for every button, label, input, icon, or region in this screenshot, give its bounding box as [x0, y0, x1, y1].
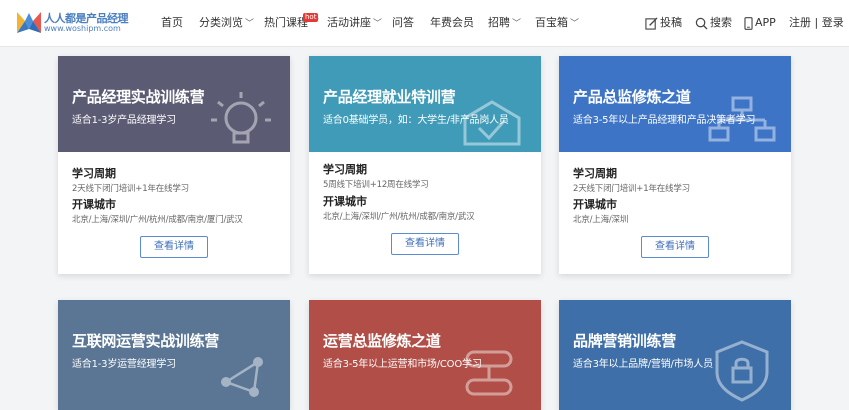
search-link[interactable]: 搜索 — [695, 0, 732, 46]
card-subtitle: 适合1-3岁运营经理学习 — [72, 359, 176, 370]
login-link[interactable]: 登录 — [822, 16, 844, 29]
top-header: 人人都是产品经理 www.woshipm.com 首页 分类浏览 ﹀ 热门课程 ﹀ … — [0, 0, 849, 47]
course-card[interactable]: 运营总监修炼之道 适合3-5年以上运营和市场/COO学习 — [309, 300, 541, 410]
card-banner: 产品经理就业特训营 适合0基础学员，如：大学生/非产品岗人员 — [309, 56, 541, 152]
period-value: 2天线下闭门培训+1年在线学习 — [573, 184, 690, 194]
lightbulb-icon — [211, 92, 271, 144]
app-link[interactable]: APP — [744, 0, 776, 46]
nav-home[interactable]: 首页 — [161, 0, 183, 46]
period-label: 学习周期 — [72, 167, 116, 180]
network-icon — [221, 357, 263, 397]
nav-toolbox-label: 百宝箱 — [535, 16, 568, 29]
course-card[interactable]: 产品经理实战训练营 适合1-3岁产品经理学习 学习周期 2天线下闭门培训+1年在… — [58, 56, 290, 274]
auth-separator: | — [814, 16, 819, 29]
shield-check-icon — [463, 100, 521, 146]
city-label: 开课城市 — [573, 198, 617, 211]
org-chart-icon — [708, 96, 776, 142]
city-value: 北京/上海/深圳/广州/杭州/成都/南京/厦门/武汉 — [72, 215, 243, 225]
card-banner: 产品总监修炼之道 适合3-5年以上产品经理和产品决策者学习 — [559, 56, 791, 152]
nav-events[interactable]: 活动讲座 ﹀ — [327, 0, 382, 46]
chevron-down-icon: ﹀ — [512, 19, 522, 29]
contribute-link[interactable]: 投稿 — [645, 0, 682, 46]
logo-mark-icon — [17, 12, 41, 33]
flow-icon — [465, 350, 513, 396]
nav-membership[interactable]: 年费会员 — [430, 0, 474, 46]
site-logo[interactable]: 人人都是产品经理 www.woshipm.com — [16, 9, 129, 37]
card-title: 产品经理就业特训营 — [323, 88, 456, 106]
city-value: 北京/上海/深圳/广州/杭州/成都/南京/武汉 — [323, 212, 475, 222]
nav-membership-label: 年费会员 — [430, 16, 474, 29]
chevron-down-icon: ﹀ — [245, 19, 255, 29]
card-title: 产品经理实战训练营 — [72, 88, 205, 106]
view-details-button[interactable]: 查看详情 — [140, 236, 208, 258]
card-title: 互联网运营实战训练营 — [72, 332, 220, 350]
card-title: 产品总监修炼之道 — [573, 88, 691, 106]
card-banner: 运营总监修炼之道 适合3-5年以上运营和市场/COO学习 — [309, 300, 541, 410]
card-banner: 品牌营销训练营 适合3年以上品牌/营销/市场人员 — [559, 300, 791, 410]
period-label: 学习周期 — [323, 163, 367, 176]
chevron-down-icon: ﹀ — [570, 19, 580, 29]
view-details-button[interactable]: 查看详情 — [641, 236, 709, 258]
card-title: 运营总监修炼之道 — [323, 332, 441, 350]
nav-jobs-label: 招聘 — [488, 16, 510, 29]
nav-hot-courses-label: 热门课程 — [264, 16, 308, 29]
card-subtitle: 适合1-3岁产品经理学习 — [72, 115, 176, 126]
search-icon — [695, 17, 708, 30]
period-value: 5周线下培训+12周在线学习 — [323, 180, 429, 190]
course-card[interactable]: 产品经理就业特训营 适合0基础学员，如：大学生/非产品岗人员 学习周期 5周线下… — [309, 56, 541, 274]
nav-hot-courses[interactable]: 热门课程 ﹀ — [264, 0, 319, 46]
app-label: APP — [755, 16, 776, 29]
contribute-label: 投稿 — [660, 16, 682, 29]
view-details-button[interactable]: 查看详情 — [391, 233, 459, 255]
nav-categories[interactable]: 分类浏览 ﹀ — [199, 0, 254, 46]
shield-icon — [715, 340, 769, 402]
city-label: 开课城市 — [72, 198, 116, 211]
phone-icon — [744, 16, 753, 30]
course-card[interactable]: 互联网运营实战训练营 适合1-3岁运营经理学习 — [58, 300, 290, 410]
nav-qa[interactable]: 问答 — [392, 0, 414, 46]
auth-links: 注册 | 登录 — [789, 0, 844, 46]
logo-url: www.woshipm.com — [44, 24, 121, 33]
period-label: 学习周期 — [573, 167, 617, 180]
card-subtitle: 适合3年以上品牌/营销/市场人员 — [573, 359, 713, 370]
card-title: 品牌营销训练营 — [573, 332, 676, 350]
nav-toolbox[interactable]: 百宝箱 ﹀ — [535, 0, 579, 46]
nav-qa-label: 问答 — [392, 16, 414, 29]
card-banner: 产品经理实战训练营 适合1-3岁产品经理学习 — [58, 56, 290, 152]
period-value: 2天线下闭门培训+1年在线学习 — [72, 184, 189, 194]
city-value: 北京/上海/深圳 — [573, 215, 629, 225]
chevron-down-icon: ﹀ — [373, 19, 383, 29]
city-label: 开课城市 — [323, 195, 367, 208]
card-banner: 互联网运营实战训练营 适合1-3岁运营经理学习 — [58, 300, 290, 410]
search-label: 搜索 — [710, 16, 732, 29]
nav-categories-label: 分类浏览 — [199, 16, 243, 29]
nav-events-label: 活动讲座 — [327, 16, 371, 29]
course-card[interactable]: 品牌营销训练营 适合3年以上品牌/营销/市场人员 — [559, 300, 791, 410]
hot-badge: hot — [303, 13, 319, 22]
nav-home-label: 首页 — [161, 16, 183, 29]
course-card[interactable]: 产品总监修炼之道 适合3-5年以上产品经理和产品决策者学习 学习周期 2天线下闭… — [559, 56, 791, 274]
nav-jobs[interactable]: 招聘 ﹀ — [488, 0, 521, 46]
edit-icon — [645, 16, 658, 30]
register-link[interactable]: 注册 — [789, 16, 811, 29]
